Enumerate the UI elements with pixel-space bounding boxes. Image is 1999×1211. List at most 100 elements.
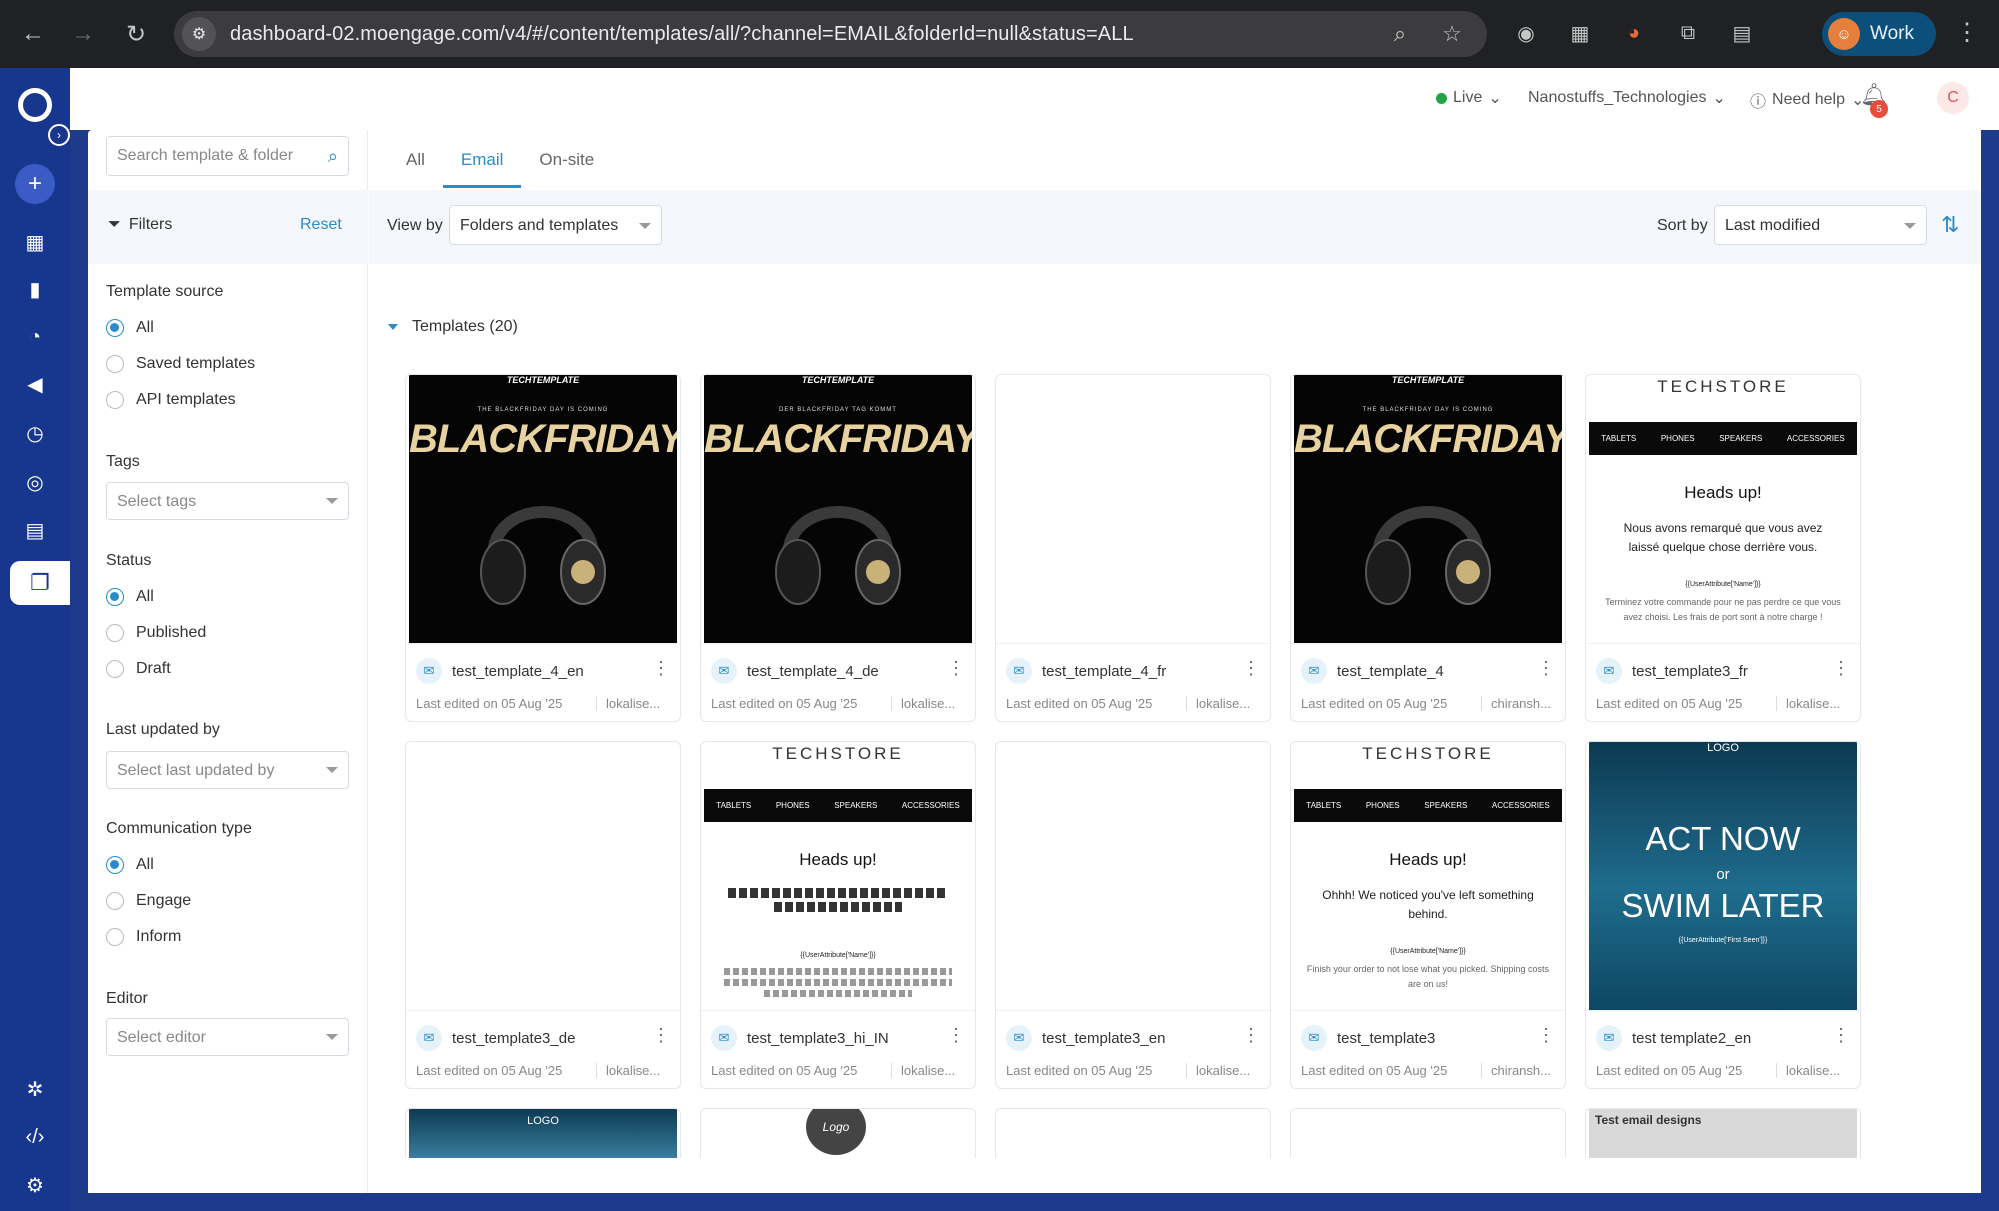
pie-chart-icon[interactable]: ◔ [17,319,53,355]
template-card[interactable]: TECHSTORE TABLETS PHONES SPEAKERS ACCESS… [1290,741,1566,1089]
template-preview[interactable]: Test email designs [1589,1109,1857,1158]
environment-selector[interactable]: Live ⌄ [1436,88,1502,108]
more-options-icon[interactable]: ⋮ [652,658,670,679]
forward-icon[interactable]: → [64,15,102,53]
status-radio-all[interactable]: All [106,588,154,606]
profile-button[interactable]: ☺ Work [1822,12,1936,56]
template-card[interactable]: Logo [700,1108,976,1158]
back-icon[interactable]: ← [14,15,52,53]
collapse-triangle-icon[interactable] [388,324,398,330]
search-icon[interactable]: ⌕ [328,146,338,167]
moengage-logo-icon[interactable] [18,88,52,122]
comm-radio-engage[interactable]: Engage [106,892,191,910]
zoom-icon[interactable]: ⌕ [1385,19,1415,49]
dashboard-icon[interactable]: ▦ [17,224,53,260]
template-preview[interactable]: TECHSTORE TABLETS PHONES SPEAKERS ACCESS… [704,742,972,1010]
qr-code-icon[interactable]: ▦ [1564,17,1596,49]
template-preview-empty[interactable] [409,742,677,1010]
status-radio-published[interactable]: Published [106,624,206,642]
more-options-icon[interactable]: ⋮ [652,1025,670,1046]
template-name[interactable]: test_template_4_de [747,663,879,680]
template-card[interactable]: ✉ test_template_4_fr ⋮ Last edited on 05… [995,374,1271,722]
tab-all[interactable]: All [388,130,443,188]
sort-by-select[interactable]: Last modified [1714,205,1927,245]
more-options-icon[interactable]: ⋮ [1242,1025,1260,1046]
radio-dot[interactable] [106,319,124,337]
user-icon[interactable]: ◎ [17,464,53,500]
more-options-icon[interactable]: ⋮ [1832,1025,1850,1046]
tags-select[interactable]: Select tags [106,482,349,520]
help-menu[interactable]: ⓘ Need help ⌄ [1750,88,1864,112]
template-preview[interactable]: LOGO [409,1109,677,1158]
source-radio-all[interactable]: All [106,319,154,337]
template-name[interactable]: test_template3_en [1042,1030,1165,1047]
more-options-icon[interactable]: ⋮ [947,1025,965,1046]
editor-select[interactable]: Select editor [106,1018,349,1056]
more-options-icon[interactable]: ⋮ [1537,658,1555,679]
more-options-icon[interactable]: ⋮ [1832,658,1850,679]
code-icon[interactable]: ‹/› [17,1119,53,1155]
browser-menu-icon[interactable]: ⋮ [1955,18,1979,47]
document-icon[interactable]: ▤ [17,512,53,548]
incognito-icon[interactable]: ◉ [1510,17,1542,49]
template-preview[interactable]: LOGO ACT NOW or SWIM LATER {{UserAttribu… [1589,742,1857,1010]
analytics-icon[interactable]: ▮ [17,271,53,307]
color-picker-icon[interactable]: ◕ [1618,17,1650,49]
template-preview[interactable]: TECHTEMPLATE THE BLACKFRIDAY DAY IS COMI… [1294,375,1562,643]
template-name[interactable]: test_template_4 [1337,663,1444,680]
template-card[interactable]: TECHSTORE TABLETS PHONES SPEAKERS ACCESS… [1585,374,1861,722]
view-by-select[interactable]: Folders and templates [449,205,662,245]
template-name[interactable]: test_template3_fr [1632,663,1748,680]
template-card[interactable]: ✉ test_template3_en ⋮ Last edited on 05 … [995,741,1271,1089]
more-options-icon[interactable]: ⋮ [947,658,965,679]
comm-radio-all[interactable]: All [106,856,154,874]
tab-email[interactable]: Email [442,130,522,188]
template-card[interactable]: TECHTEMPLATE DER BLACKFRIDAY TAG KOMMT B… [700,374,976,722]
reading-list-icon[interactable]: ▤ [1726,17,1758,49]
expand-sidebar-icon[interactable]: › [48,124,70,146]
template-card[interactable]: LOGO ACT NOW or SWIM LATER {{UserAttribu… [1585,741,1861,1089]
template-name[interactable]: test_template3_de [452,1030,575,1047]
site-settings-icon[interactable]: ⚙ [182,17,216,51]
templates-section-toggle[interactable]: Templates (20) [388,318,518,336]
last-updated-by-select[interactable]: Select last updated by [106,751,349,789]
template-card[interactable] [1290,1108,1566,1158]
template-card[interactable]: LOGO [405,1108,681,1158]
content-templates-icon[interactable]: ❐ [10,561,70,605]
create-icon[interactable]: + [15,164,55,204]
reset-filters-button[interactable]: Reset [300,216,342,234]
template-card[interactable]: TECHTEMPLATE THE BLACKFRIDAY DAY IS COMI… [405,374,681,722]
more-options-icon[interactable]: ⋮ [1242,658,1260,679]
template-name[interactable]: test_template3_hi_IN [747,1030,889,1047]
template-card[interactable] [995,1108,1271,1158]
radio-dot[interactable] [106,856,124,874]
more-options-icon[interactable]: ⋮ [1537,1025,1555,1046]
template-name[interactable]: test_template_4_fr [1042,663,1166,680]
template-preview-empty[interactable] [999,375,1267,643]
template-name[interactable]: test_template_4_en [452,663,584,680]
campaign-megaphone-icon[interactable]: ◀ [17,366,53,402]
user-avatar[interactable]: C [1937,82,1969,114]
template-card[interactable]: TECHSTORE TABLETS PHONES SPEAKERS ACCESS… [700,741,976,1089]
template-preview[interactable]: TECHTEMPLATE DER BLACKFRIDAY TAG KOMMT B… [704,375,972,643]
status-radio-draft[interactable]: Draft [106,660,171,678]
extensions-icon[interactable]: ⧉ [1672,17,1704,49]
radio-dot[interactable] [106,624,124,642]
address-bar[interactable]: ⚙ dashboard-02.moengage.com/v4/#/content… [174,11,1487,57]
template-preview[interactable]: TECHSTORE TABLETS PHONES SPEAKERS ACCESS… [1294,742,1562,1010]
settings-gear-icon[interactable]: ⚙ [17,1167,53,1203]
source-radio-api[interactable]: API templates [106,391,236,409]
source-radio-saved[interactable]: Saved templates [106,355,255,373]
sort-order-icon[interactable]: ⇅ [1941,212,1959,238]
radio-dot[interactable] [106,660,124,678]
workspace-selector[interactable]: Nanostuffs_Technologies ⌄ [1528,88,1726,108]
template-preview[interactable]: TECHSTORE TABLETS PHONES SPEAKERS ACCESS… [1589,375,1857,643]
radio-dot[interactable] [106,892,124,910]
radio-dot[interactable] [106,588,124,606]
template-card[interactable]: Test email designs [1585,1108,1861,1158]
template-preview-empty[interactable] [999,742,1267,1010]
template-name[interactable]: test_template3 [1337,1030,1435,1047]
reload-icon[interactable]: ↻ [117,15,155,53]
integrations-icon[interactable]: ✲ [17,1071,53,1107]
template-card[interactable]: TECHTEMPLATE THE BLACKFRIDAY DAY IS COMI… [1290,374,1566,722]
